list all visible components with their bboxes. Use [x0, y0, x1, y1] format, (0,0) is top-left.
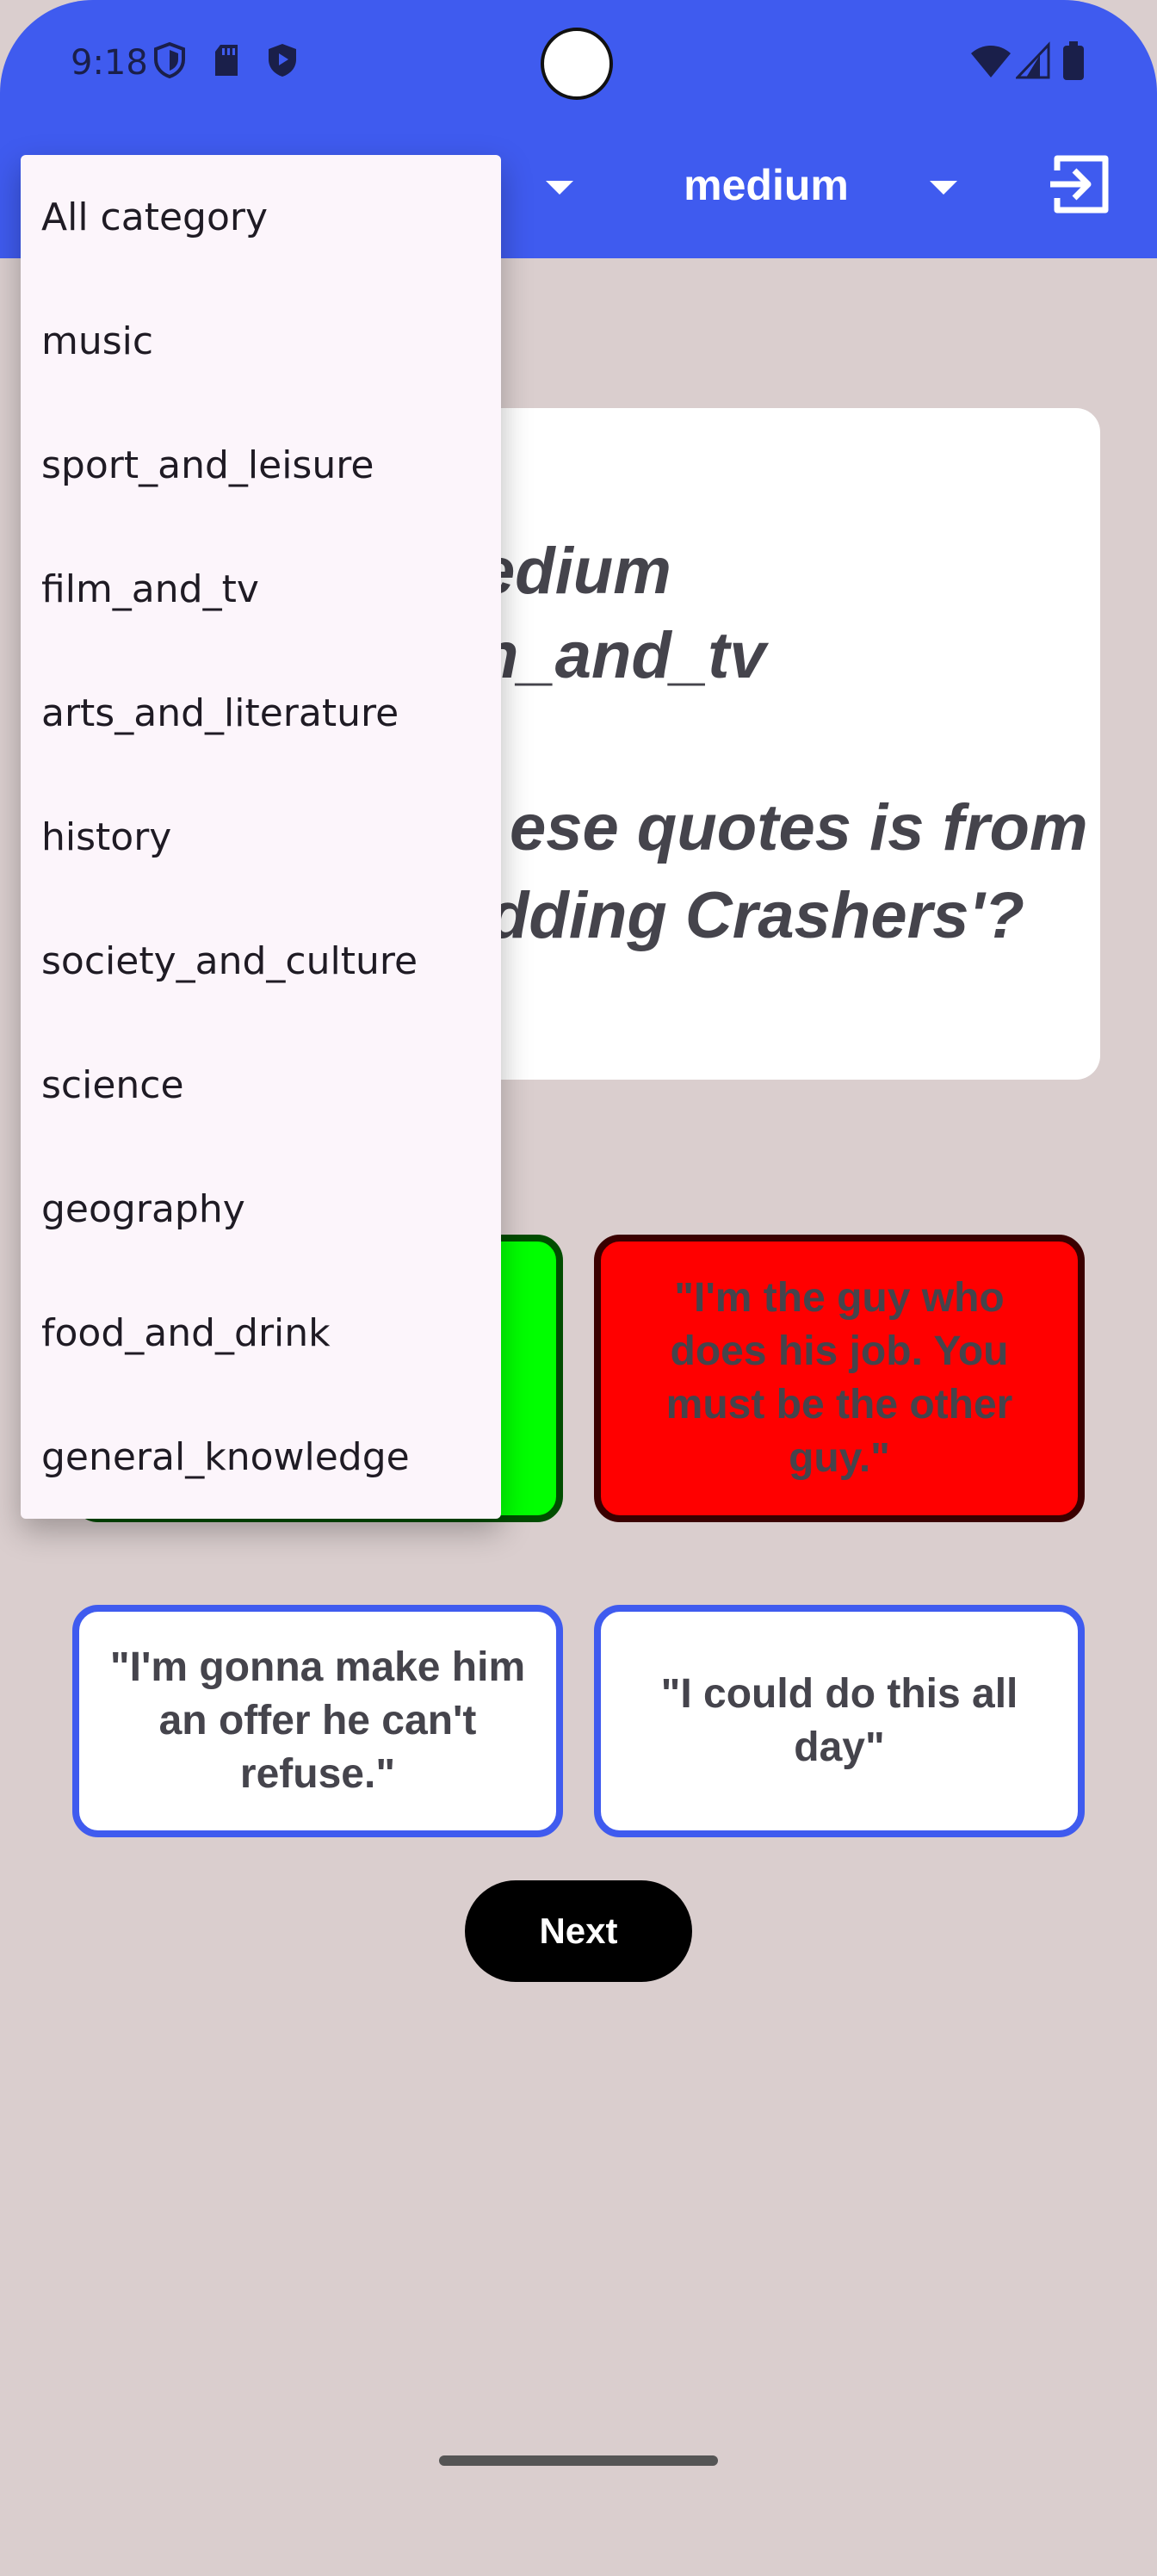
menu-item-science[interactable]: science	[21, 1023, 501, 1147]
menu-item-society-and-culture[interactable]: society_and_culture	[21, 899, 501, 1023]
exit-icon[interactable]	[1047, 152, 1112, 217]
cell-signal-icon	[1016, 41, 1050, 79]
menu-item-arts-and-literature[interactable]: arts_and_literature	[21, 651, 501, 775]
menu-item-sport-and-leisure[interactable]: sport_and_leisure	[21, 403, 501, 527]
category-dropdown-menu: All category music sport_and_leisure fil…	[21, 155, 501, 1519]
difficulty-dropdown-arrow-icon[interactable]	[930, 181, 957, 195]
status-time: 9:18	[71, 43, 148, 83]
answer-option-3[interactable]: "I'm gonna make him an offer he can't re…	[72, 1605, 563, 1837]
difficulty-dropdown[interactable]: medium	[637, 160, 895, 210]
answer-option-4[interactable]: "I could do this all day"	[594, 1605, 1085, 1837]
menu-item-film-and-tv[interactable]: film_and_tv	[21, 527, 501, 651]
phone-screen: 9:18 medium edium n_and_tv ese quotes is…	[0, 0, 1157, 2576]
wifi-icon	[971, 46, 1011, 77]
battery-icon	[1063, 41, 1084, 80]
shield-icon	[154, 41, 185, 79]
menu-item-geography[interactable]: geography	[21, 1147, 501, 1271]
category-dropdown-arrow-icon[interactable]	[546, 181, 573, 195]
question-line-4: dding Crashers'?	[489, 879, 1024, 952]
menu-item-food-and-drink[interactable]: food_and_drink	[21, 1271, 501, 1395]
next-button[interactable]: Next	[465, 1880, 692, 1982]
menu-item-history[interactable]: history	[21, 775, 501, 899]
sd-card-icon	[215, 45, 238, 76]
menu-item-all-category[interactable]: All category	[21, 155, 501, 279]
answer-option-2-wrong[interactable]: "I'm the guy who does his job. You must …	[594, 1235, 1085, 1522]
status-bar: 9:18	[0, 0, 1157, 138]
play-protect-icon	[269, 44, 296, 77]
menu-item-general-knowledge[interactable]: general_knowledge	[21, 1395, 501, 1519]
camera-cutout	[541, 28, 613, 100]
home-indicator[interactable]	[439, 2455, 718, 2466]
question-line-2: n_and_tv	[479, 619, 766, 692]
menu-item-music[interactable]: music	[21, 279, 501, 403]
question-line-1: edium	[479, 535, 671, 608]
question-line-3: ese quotes is from	[510, 791, 1088, 864]
